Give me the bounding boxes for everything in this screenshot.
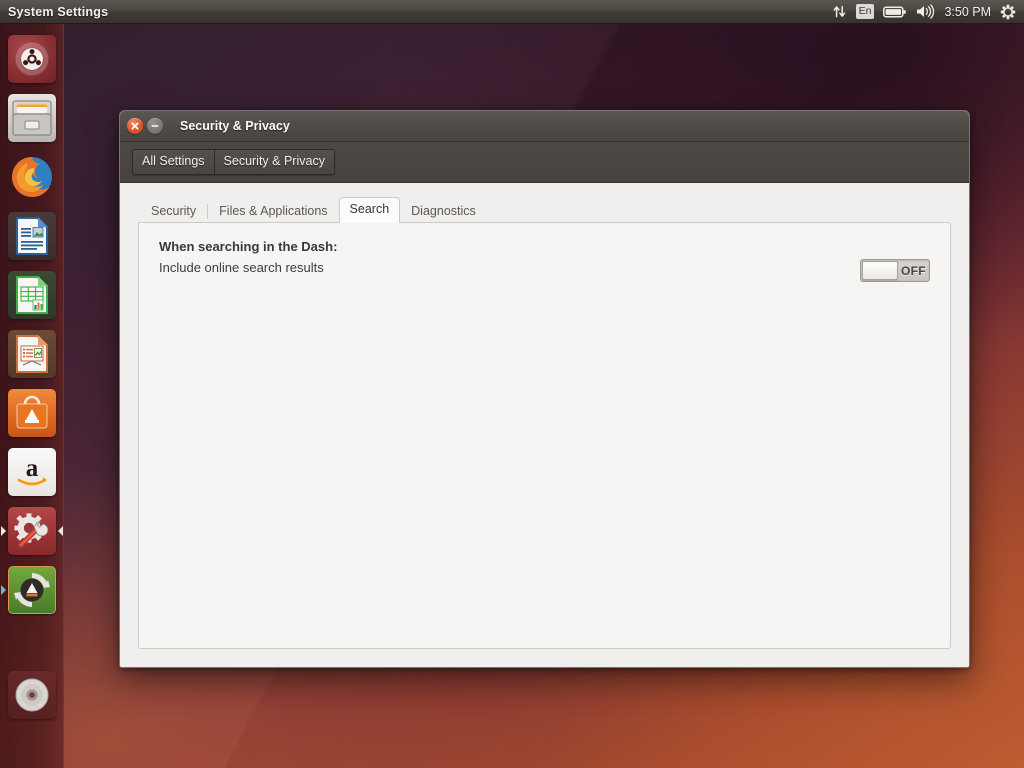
launcher-spacer <box>0 619 63 665</box>
panel-app-title[interactable]: System Settings <box>8 5 108 19</box>
desktop: System Settings En 3:50 PM a Security & … <box>0 0 1024 768</box>
panel-indicator-area: En 3:50 PM <box>832 0 1024 24</box>
launcher-item-software-updater[interactable] <box>0 560 64 619</box>
launcher-item-libreoffice-impress[interactable] <box>0 324 64 383</box>
launcher-item-firefox[interactable] <box>0 147 64 206</box>
running-indicator-pip <box>1 525 6 536</box>
include-online-results-toggle[interactable]: OFF <box>860 259 930 282</box>
gear-icon[interactable] <box>1000 0 1016 24</box>
search-tab-panel: When searching in the Dash: Include onli… <box>138 222 951 649</box>
keyboard-indicator[interactable]: En <box>855 0 875 24</box>
toggle-state-label: OFF <box>901 263 926 278</box>
panel-name-button[interactable]: Security & Privacy <box>213 150 334 174</box>
tab-files-applications[interactable]: Files & Applications <box>208 199 338 224</box>
svg-text:a: a <box>26 455 39 482</box>
battery-icon[interactable] <box>883 0 907 24</box>
launcher-item-libreoffice-calc[interactable] <box>0 265 64 324</box>
launcher-item-dash-home[interactable] <box>0 29 64 88</box>
online-search-setting-row: When searching in the Dash: Include onli… <box>159 239 930 282</box>
launcher-item-libreoffice-writer[interactable] <box>0 206 64 265</box>
tab-diagnostics[interactable]: Diagnostics <box>400 199 487 224</box>
keyboard-layout-label: En <box>855 3 875 20</box>
unity-launcher: a <box>0 24 64 768</box>
window-toolbar: All Settings Security & Privacy <box>120 142 969 183</box>
network-icon[interactable] <box>832 0 847 24</box>
window-title: Security & Privacy <box>180 119 290 133</box>
clock[interactable]: 3:50 PM <box>944 0 991 24</box>
tab-search[interactable]: Search <box>338 197 401 223</box>
volume-icon[interactable] <box>916 0 935 24</box>
all-settings-button[interactable]: All Settings <box>133 150 214 174</box>
close-icon[interactable] <box>127 118 143 134</box>
window-titlebar[interactable]: Security & Privacy <box>120 111 969 142</box>
setting-labels: When searching in the Dash: Include onli… <box>159 239 860 275</box>
running-indicator-pip <box>1 584 6 595</box>
launcher-item-ubuntu-software-center[interactable] <box>0 383 64 442</box>
launcher-item-disc-drive[interactable] <box>0 665 64 724</box>
launcher-item-files[interactable] <box>0 88 64 147</box>
minimize-icon[interactable] <box>147 118 163 134</box>
window-content: Security Files & Applications Search Dia… <box>120 183 969 667</box>
tab-security[interactable]: Security <box>140 199 207 224</box>
focused-indicator-arrow <box>58 525 63 536</box>
top-panel: System Settings En 3:50 PM <box>0 0 1024 24</box>
launcher-spacer-2 <box>0 724 63 768</box>
dash-search-heading: When searching in the Dash: <box>159 239 338 254</box>
launcher-item-system-settings[interactable] <box>0 501 64 560</box>
include-online-results-label: Include online search results <box>159 260 324 275</box>
security-privacy-window: Security & Privacy All Settings Security… <box>119 110 970 668</box>
toolbar-button-group: All Settings Security & Privacy <box>132 149 335 175</box>
launcher-item-amazon[interactable]: a <box>0 442 64 501</box>
toggle-knob <box>862 261 898 280</box>
tab-strip: Security Files & Applications Search Dia… <box>138 197 951 224</box>
